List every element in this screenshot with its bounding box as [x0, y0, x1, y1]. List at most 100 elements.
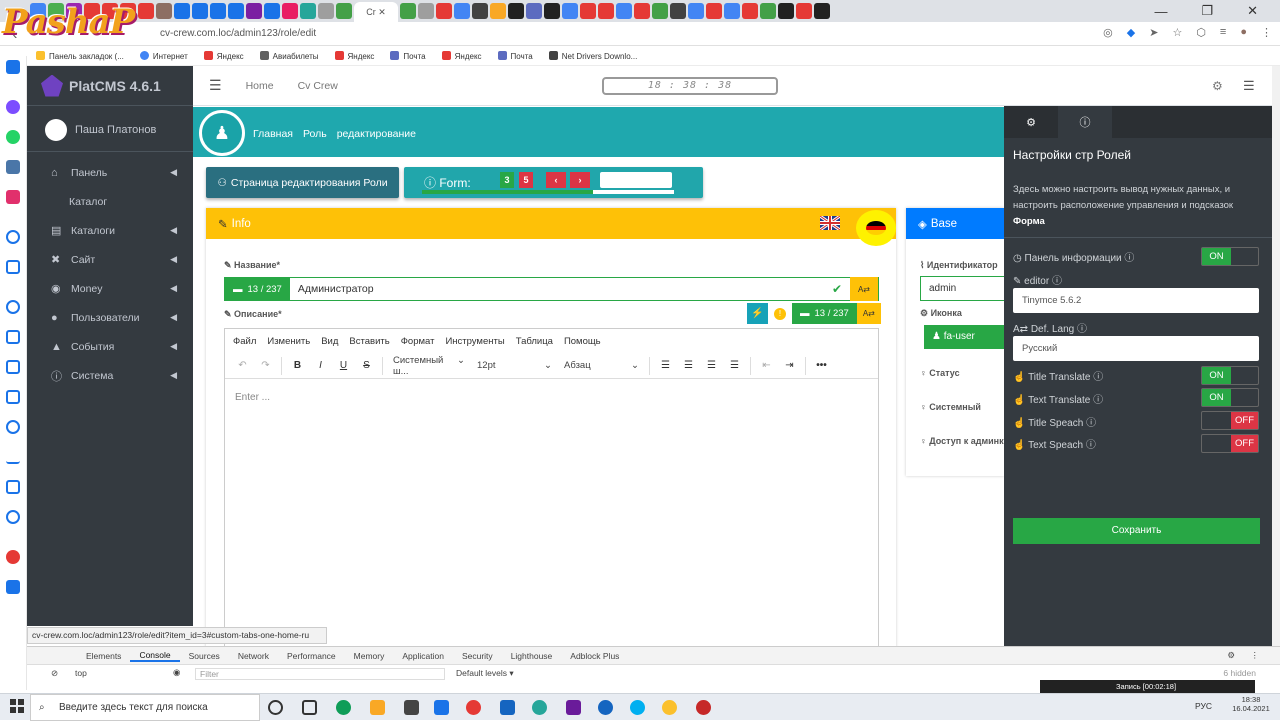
taskbar-search-input[interactable]: ⌕ Введите здесь текст для поиска	[30, 694, 260, 721]
menu-help[interactable]: Помощь	[564, 336, 601, 347]
sidebar-item-system[interactable]: ⓘ Система ◀	[27, 361, 193, 390]
chrome-icon[interactable]	[662, 700, 677, 715]
tab-favicon[interactable]	[814, 3, 830, 19]
align-left-icon[interactable]: ☰	[654, 360, 677, 371]
name-input[interactable]: Администратор	[298, 283, 832, 295]
breadcrumb-home[interactable]: Главная	[253, 128, 293, 140]
next-button[interactable]: ›	[570, 172, 590, 188]
list-icon[interactable]	[6, 360, 20, 374]
tab-favicon[interactable]	[336, 3, 352, 19]
font-family-select[interactable]: Системный ш... ⌄	[387, 355, 471, 377]
editor-select[interactable]: Tinymce 5.6.2	[1013, 288, 1259, 313]
gear-icon[interactable]: ⚙	[1218, 650, 1244, 661]
windows-start-icon[interactable]	[10, 699, 24, 713]
maps-icon[interactable]	[598, 700, 613, 715]
star-icon[interactable]: ☆	[1172, 26, 1182, 39]
task-view-icon[interactable]	[302, 700, 317, 715]
tab-active[interactable]: Cr ✕	[354, 2, 398, 22]
bookmark-item[interactable]: Интернет	[139, 50, 188, 61]
tab-favicon[interactable]	[436, 3, 452, 19]
devtools-tab-security[interactable]: Security	[453, 651, 502, 661]
bookmark-item[interactable]: Почта	[497, 50, 533, 61]
bookmark-item[interactable]: Net Drivers Downlo...	[548, 50, 637, 61]
outdent-icon[interactable]: ⇤	[755, 360, 778, 371]
align-justify-icon[interactable]: ☰	[723, 360, 746, 371]
title-translate-toggle[interactable]: ON	[1201, 366, 1259, 385]
sidebar-item-events[interactable]: ▲ События ◀	[27, 332, 193, 361]
tab-favicon[interactable]	[508, 3, 524, 19]
bookmark-item[interactable]: Почта	[390, 50, 426, 61]
font-size-select[interactable]: 12pt ⌄	[471, 360, 558, 371]
devtools-tab-console[interactable]: Console	[130, 650, 180, 662]
sidebar-item-site[interactable]: ✖ Сайт ◀	[27, 245, 193, 274]
text-translate-toggle[interactable]: ON	[1201, 388, 1259, 407]
devtools-tab-sources[interactable]: Sources	[180, 651, 229, 661]
user-panel[interactable]: Паша Платонов	[27, 108, 193, 152]
maximize-icon[interactable]: ❐	[1201, 3, 1213, 19]
recorder-icon[interactable]	[696, 700, 711, 715]
def-lang-select[interactable]: Русский	[1013, 336, 1259, 361]
console-filter-input[interactable]: Filter	[195, 668, 445, 680]
url-field[interactable]: cv-crew.com.loc/admin123/role/edit	[160, 28, 316, 39]
download-icon[interactable]	[6, 450, 20, 464]
tab-favicon[interactable]	[472, 3, 488, 19]
bold-icon[interactable]: B	[286, 360, 309, 371]
more-icon[interactable]: •••	[810, 360, 833, 371]
close-icon[interactable]: ✕	[1247, 3, 1258, 19]
bookmark-item[interactable]: Яндекс	[441, 50, 482, 61]
tab-favicon[interactable]	[418, 3, 434, 19]
devtools-tab-network[interactable]: Network	[229, 651, 278, 661]
nav-link-crew[interactable]: Cv Crew	[298, 80, 338, 92]
tab-favicon[interactable]	[580, 3, 596, 19]
log-levels-select[interactable]: Default levels ▾	[456, 668, 514, 679]
menu-toggle-icon[interactable]: ☰	[209, 77, 222, 94]
play-icon[interactable]	[6, 230, 20, 244]
tab-favicon[interactable]	[634, 3, 650, 19]
instagram-icon[interactable]	[6, 190, 20, 204]
tab-favicon[interactable]	[796, 3, 812, 19]
strikethrough-icon[interactable]: S	[355, 360, 378, 371]
redo-icon[interactable]: ↷	[254, 360, 277, 371]
sidebar-item-catalogs[interactable]: ▤ Каталоги ◀	[27, 216, 193, 245]
indent-icon[interactable]: ⇥	[778, 360, 801, 371]
phpstorm-icon[interactable]	[566, 700, 581, 715]
tab-settings[interactable]: ⚙	[1004, 106, 1058, 138]
nav-link-home[interactable]: Home	[246, 80, 274, 92]
tab-favicon[interactable]	[318, 3, 334, 19]
input-language[interactable]: РУС	[1195, 701, 1212, 711]
settings-icon[interactable]	[6, 510, 20, 524]
control-sidebar-toggle-icon[interactable]: ☰	[1243, 78, 1255, 94]
app-icon[interactable]	[532, 700, 547, 715]
tab-favicon[interactable]	[526, 3, 542, 19]
title-speach-toggle[interactable]: OFF	[1201, 411, 1259, 430]
heart-icon[interactable]	[6, 330, 20, 344]
align-center-icon[interactable]: ☰	[677, 360, 700, 371]
shield-icon[interactable]: ◆	[1127, 26, 1135, 39]
menu-tools[interactable]: Инструменты	[445, 336, 504, 347]
avatar[interactable]: ●	[1240, 26, 1247, 39]
tab-info[interactable]: ⓘ	[1058, 106, 1112, 138]
tab-favicon[interactable]	[282, 3, 298, 19]
cube-icon[interactable]: ⬡	[1196, 26, 1206, 39]
opera-icon[interactable]	[466, 700, 481, 715]
identifier-input[interactable]: admin	[920, 276, 1010, 301]
messenger-icon[interactable]	[6, 100, 20, 114]
underline-icon[interactable]: U	[332, 360, 355, 371]
store-icon[interactable]	[404, 700, 419, 715]
sidebar-item-catalog[interactable]: Каталог	[27, 187, 193, 216]
send-icon[interactable]: ➤	[1149, 26, 1158, 39]
sidebar-item-users[interactable]: ● Пользователи ◀	[27, 303, 193, 332]
explorer-icon[interactable]	[370, 700, 385, 715]
clock[interactable]: 18:38 16.04.2021	[1228, 695, 1274, 713]
minimize-icon[interactable]: —	[1154, 4, 1167, 19]
tab-favicon[interactable]	[490, 3, 506, 19]
kebab-icon[interactable]: ⋮	[1261, 26, 1272, 39]
tab-favicon[interactable]	[760, 3, 776, 19]
translate-button[interactable]: A⇄	[856, 303, 881, 324]
menu-format[interactable]: Формат	[401, 336, 435, 347]
tab-favicon[interactable]	[562, 3, 578, 19]
block-format-select[interactable]: Абзац ⌄	[558, 360, 645, 371]
translate-button[interactable]: A⇄	[850, 277, 878, 301]
icon-picker-button[interactable]: ♟ fa-user	[924, 325, 1004, 349]
tab-favicon[interactable]	[300, 3, 316, 19]
